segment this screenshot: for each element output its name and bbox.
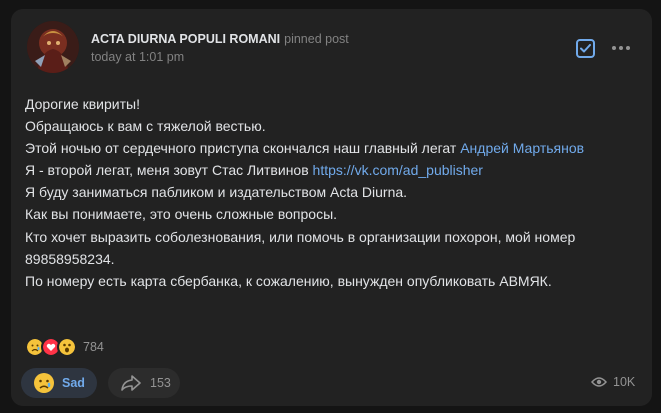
text-segment: Этой ночью от сердечного приступа сконча… [25,140,461,157]
text-line: Я буду заниматься пабликом и издательств… [25,184,408,201]
author-name[interactable]: ACTA DIURNA POPULI ROMANI [91,32,280,46]
text-line: Обращаюсь к вам с тяжелой вестью. [25,118,266,135]
avatar[interactable] [27,21,79,73]
reaction-count: 784 [83,340,104,354]
previous-post-edge [0,0,661,9]
text-segment: Я - второй легат, меня зовут Стас Литвин… [25,162,313,179]
views-count: 10K [613,375,636,389]
reactions-summary[interactable]: 784 [25,337,104,357]
share-count: 153 [150,376,171,390]
sad-label: Sad [62,376,85,390]
text-line: Я - второй легат, меня зовут Стас Литвин… [25,159,637,181]
eye-icon [591,377,607,387]
text-line: По номеру есть карта сбербанка, к сожале… [25,272,552,289]
text-line: Дорогие квириты! [25,96,140,112]
reaction-sad-button[interactable]: Sad [21,368,97,398]
share-button[interactable]: 153 [108,368,180,398]
post-time[interactable]: today at 1:01 pm [91,50,184,64]
author-line: ACTA DIURNA POPULI ROMANI pinned post [91,32,349,46]
checkmark-icon [580,44,591,53]
views-counter: 10K [591,375,635,389]
post-text: Дорогие квириты! Обращаюсь к вам с тяжел… [25,93,637,292]
profile-url-link[interactable]: https://vk.com/ad_publisher [313,162,483,178]
sad-face-icon [34,373,54,393]
mark-read-button[interactable] [576,39,595,58]
mention-link[interactable]: Андрей Мартьянов [460,140,584,156]
text-line: Как вы понимаете, это очень сложные вопр… [25,206,338,223]
text-line: Кто хочет выразить соболезнования, или п… [25,228,576,267]
share-arrow-icon [121,375,141,391]
more-dots-icon [612,46,630,50]
post-card: ACTA DIURNA POPULI ROMANI pinned post tod… [11,9,652,406]
shocked-face-emoji-icon [57,337,77,357]
more-options-button[interactable] [610,40,632,56]
text-line: Этой ночью от сердечного приступа сконча… [25,137,637,159]
pinned-label: pinned post [284,32,349,46]
